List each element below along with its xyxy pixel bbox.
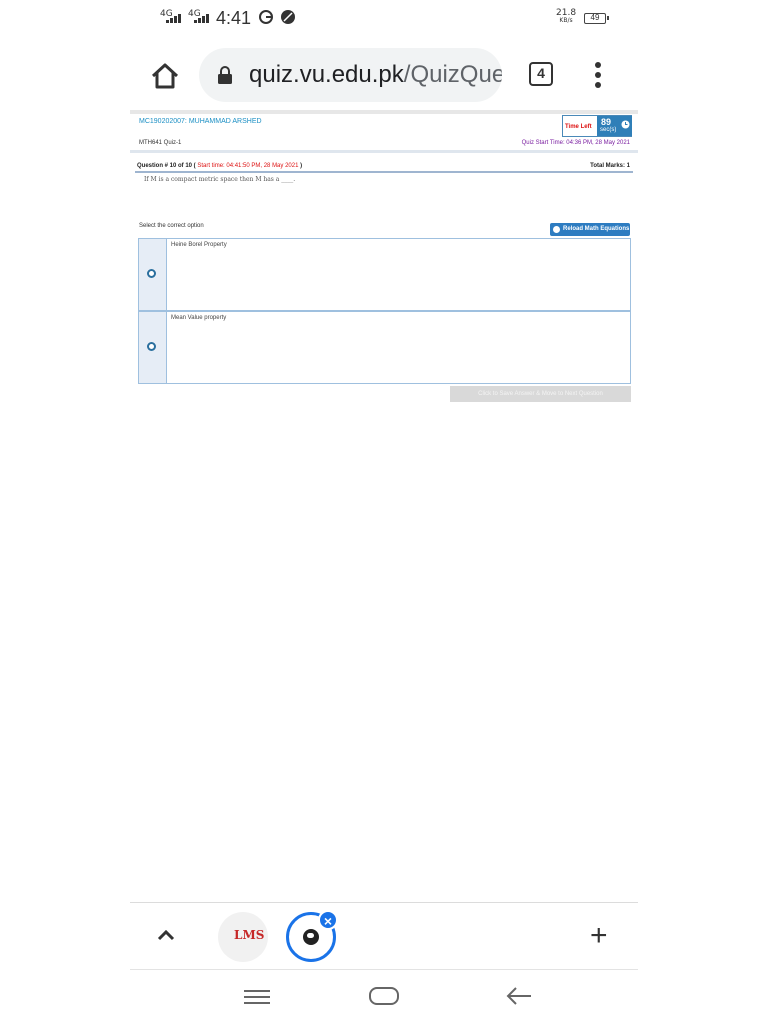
option-1-radio[interactable] — [147, 269, 156, 278]
radio-cell — [139, 312, 167, 383]
radio-cell — [139, 239, 167, 310]
globe-icon — [303, 929, 319, 945]
recent-apps-icon[interactable] — [244, 989, 270, 1005]
question-divider — [135, 171, 633, 173]
lock-icon — [218, 66, 232, 84]
more-menu-icon[interactable] — [594, 62, 602, 88]
select-option-label: Select the correct option — [139, 223, 204, 229]
home-icon[interactable] — [150, 62, 180, 90]
student-name: MC190202007: MUHAMMAD ARSHED — [139, 118, 262, 125]
option-2-radio[interactable] — [147, 342, 156, 351]
tab-strip — [130, 902, 638, 970]
option-row-1[interactable]: Heine Borel Property — [138, 238, 631, 311]
total-marks: Total Marks: 1 — [590, 163, 630, 169]
top-divider — [130, 110, 638, 114]
tab-lms[interactable]: LMS — [218, 912, 268, 962]
time-left-value-box: 89 sec(s) — [597, 116, 632, 136]
option-2-text: Mean Value property — [171, 315, 227, 321]
url-host: quiz.vu.edu.pk — [249, 61, 404, 88]
net-speed-value: 21.8 — [556, 8, 577, 18]
header-divider — [130, 150, 638, 153]
net-speed: 21.8 KB/s — [556, 9, 576, 25]
clock-icon — [621, 120, 630, 129]
status-bar: 4G 4G 4:41 21.8 KB/s 49 — [0, 0, 768, 36]
reload-math-label: Reload Math Equations — [563, 226, 630, 232]
reload-math-button[interactable]: Reload Math Equations — [550, 223, 630, 236]
chevron-up-icon[interactable] — [157, 928, 175, 942]
option-row-2[interactable]: Mean Value property — [138, 311, 631, 384]
question-number: Question # 10 of 10 ( — [137, 163, 196, 169]
question-text: If M is a compact metric space then M ha… — [144, 176, 296, 183]
battery-icon: 49 — [584, 13, 609, 24]
url-path: /QuizQues — [403, 61, 502, 88]
back-icon[interactable] — [505, 985, 533, 1007]
time-left-box: Time Left 89 sec(s) — [562, 115, 632, 137]
quiz-page: MC190202007: MUHAMMAD ARSHED Time Left 8… — [130, 110, 638, 410]
net-speed-unit: KB/s — [559, 17, 573, 24]
time-left-value: 89 — [601, 117, 612, 127]
close-tab-icon[interactable]: × — [318, 910, 338, 930]
reload-icon — [553, 226, 560, 233]
leaf-icon — [281, 10, 295, 24]
home-nav-icon[interactable] — [369, 987, 399, 1005]
course-title: MTH641 Quiz-1 — [139, 140, 182, 146]
google-icon — [259, 10, 273, 24]
new-tab-button[interactable]: + — [590, 921, 608, 951]
url-text: quiz.vu.edu.pk/QuizQues — [249, 61, 502, 89]
time-left-label: Time Left — [565, 124, 592, 130]
tab-strip-bottom-divider — [130, 969, 638, 970]
question-start-time: Start time: 04:41:50 PM, 28 May 2021 — [197, 163, 299, 169]
tab-strip-divider — [130, 902, 638, 903]
time-left-unit: sec(s) — [600, 127, 617, 133]
question-close: ) — [300, 163, 303, 169]
option-1-text: Heine Borel Property — [171, 242, 227, 248]
status-time: 4:41 — [216, 8, 252, 28]
tab-switcher-button[interactable]: 4 — [529, 62, 553, 86]
save-next-button[interactable]: Click to Save Answer & Move to Next Ques… — [450, 386, 631, 402]
quiz-start-time: Quiz Start Time: 04:36 PM, 28 May 2021 — [521, 140, 630, 146]
question-header: Question # 10 of 10 ( Start time: 04:41:… — [137, 163, 302, 169]
lms-logo: LMS — [234, 928, 265, 942]
address-bar[interactable]: quiz.vu.edu.pk/QuizQues — [199, 48, 502, 102]
